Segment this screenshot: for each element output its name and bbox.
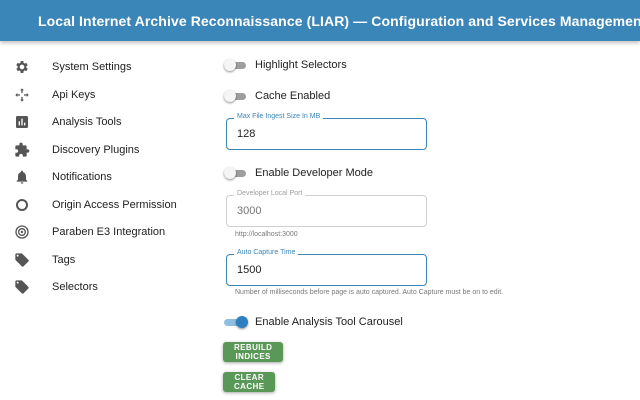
developer-mode-label: Enable Developer Mode [255,167,374,179]
cache-enabled-switch[interactable] [224,90,248,102]
analysis-carousel-label: Enable Analysis Tool Carousel [255,316,403,328]
developer-mode-switch[interactable] [224,167,248,179]
sidebar-item-label: Discovery Plugins [52,144,140,156]
sidebar-item-origin-access[interactable]: Origin Access Permission [0,193,210,217]
rebuild-indices-button[interactable]: REBUILD INDICES [223,342,284,362]
analysis-carousel-switch[interactable] [224,316,248,328]
max-file-ingest-field[interactable]: Max File Ingest Size In MB [226,113,427,150]
developer-port-helper: http://localhost:3000 [235,231,298,238]
sidebar-item-label: Notifications [52,171,112,183]
developer-mode-toggle[interactable]: Enable Developer Mode [224,163,373,183]
highlight-selectors-label: Highlight Selectors [255,59,347,71]
target-icon [15,225,29,239]
sidebar-item-api-keys[interactable]: Api Keys [0,83,210,107]
cache-enabled-label: Cache Enabled [255,90,331,102]
sidebar-item-label: Analysis Tools [52,116,122,128]
auto-capture-time-field[interactable]: Auto Capture Time [226,249,427,286]
sidebar-item-analysis-tools[interactable]: Analysis Tools [0,110,210,134]
sidebar-item-label: Api Keys [52,89,96,101]
auto-capture-time-helper: Number of milliseconds before page is au… [235,289,504,296]
developer-port-field: Developer Local Port [226,190,427,227]
sidebar-item-system-settings[interactable]: System Settings [0,55,210,79]
sidebar-item-label: Selectors [52,281,98,293]
sidebar-item-label: Tags [52,254,76,266]
clear-cache-button[interactable]: CLEAR CACHE [223,372,276,392]
app-bar: Local Internet Archive Reconnaissance (L… [0,0,640,41]
max-file-ingest-input[interactable] [237,128,417,140]
auto-capture-time-label: Auto Capture Time [234,249,299,256]
sidebar-item-tags[interactable]: Tags [0,248,210,272]
sidebar-item-selectors[interactable]: Selectors [0,275,210,299]
tag-icon [15,280,29,294]
ring-icon [16,199,28,211]
sidebar-item-notifications[interactable]: Notifications [0,165,210,189]
tag-icon [15,253,29,267]
bar-chart-icon [16,116,28,128]
app-title: Local Internet Archive Reconnaissance (L… [38,12,640,29]
max-file-ingest-label: Max File Ingest Size In MB [234,113,324,120]
developer-port-input [237,205,417,217]
sidebar-item-label: System Settings [52,61,132,73]
auto-capture-time-input[interactable] [237,264,417,276]
puzzle-icon [15,142,30,157]
cache-enabled-toggle[interactable]: Cache Enabled [224,86,330,106]
developer-port-label: Developer Local Port [234,190,306,197]
analysis-carousel-toggle[interactable]: Enable Analysis Tool Carousel [224,312,403,332]
gear-icon [16,61,28,73]
sidebar-item-paraben-e3[interactable]: Paraben E3 Integration [0,220,210,244]
sidebar-item-discovery-plugins[interactable]: Discovery Plugins [0,138,210,162]
sidebar-item-label: Paraben E3 Integration [52,226,166,238]
move-arrows-icon [15,88,29,102]
highlight-selectors-toggle[interactable]: Highlight Selectors [224,55,347,75]
sidebar-item-label: Origin Access Permission [52,199,177,211]
bell-icon [16,170,28,184]
highlight-selectors-switch[interactable] [224,59,248,71]
